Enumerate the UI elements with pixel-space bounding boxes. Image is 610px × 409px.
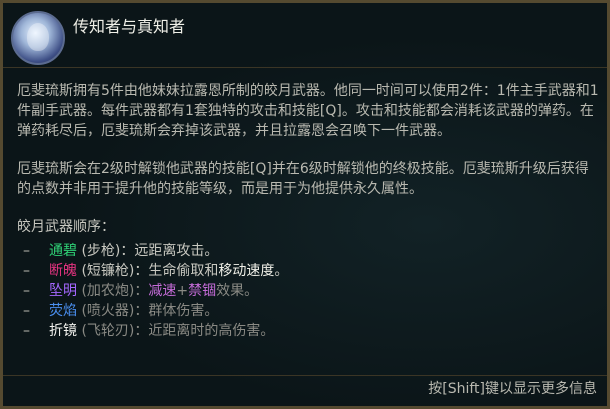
footer-divider xyxy=(3,375,607,376)
weapon-desc: 远距离攻击。 xyxy=(134,243,219,259)
ability-title: 传知者与真知者 xyxy=(73,17,186,36)
ability-tooltip: 传知者与真知者 厄斐琉斯拥有5件由他妹妹拉露恩所制的皎月武器。他同一时间可以使用… xyxy=(0,0,610,409)
weapon-desc-highlight: 移动速度 xyxy=(218,263,275,279)
weapon-name: 通碧 xyxy=(49,243,77,259)
weapon-list-item: – 折镜 (飞轮刃)：近距离时的高伤害。 xyxy=(17,321,601,341)
weapon-desc-highlight: 禁锢 xyxy=(188,283,217,299)
description-paragraph-1: 厄斐琉斯拥有5件由他妹妹拉露恩所制的皎月武器。他同一时间可以使用2件：1件主手武… xyxy=(17,83,599,139)
weapon-name: 折镜 xyxy=(49,323,77,339)
weapon-list-item: – 通碧 (步枪)：远距离攻击。 xyxy=(17,241,601,261)
description-paragraph-2: 厄斐琉斯会在2级时解锁他武器的技能[Q]并在6级时解锁他的终极技能。厄斐琉斯升级… xyxy=(17,161,589,197)
list-bullet: – xyxy=(23,303,30,319)
weapon-kind: (加农炮)： xyxy=(77,283,149,299)
tooltip-body: 厄斐琉斯拥有5件由他妹妹拉露恩所制的皎月武器。他同一时间可以使用2件：1件主手武… xyxy=(17,81,601,341)
list-bullet: – xyxy=(23,243,30,259)
tooltip-header: 传知者与真知者 xyxy=(3,3,607,67)
weapon-desc: 生命偷取和 xyxy=(148,263,219,279)
header-divider xyxy=(3,67,607,68)
list-bullet: – xyxy=(23,263,30,279)
weapon-desc: 效果。 xyxy=(216,283,259,299)
weapon-kind: (短镰枪)： xyxy=(77,263,149,279)
weapon-list-item: – 荧焰 (喷火器)：群体伤害。 xyxy=(17,301,601,321)
weapon-list-item: – 坠明 (加农炮)：减速+禁锢效果。 xyxy=(17,281,601,301)
weapon-desc: 。 xyxy=(274,263,289,279)
weapon-kind: (喷火器)： xyxy=(77,303,149,319)
weapon-name: 坠明 xyxy=(49,283,77,299)
shift-hint: 按[Shift]键以显示更多信息 xyxy=(428,381,597,397)
weapon-desc: + xyxy=(176,283,189,299)
list-bullet: – xyxy=(23,323,30,339)
aphelios-portrait-icon xyxy=(11,11,65,65)
weapon-desc: 近距离时的高伤害。 xyxy=(148,323,275,339)
weapon-kind: (步枪)： xyxy=(77,243,135,259)
weapon-desc: 群体伤害。 xyxy=(148,303,219,319)
weapon-kind: (飞轮刃)： xyxy=(77,323,149,339)
weapon-list-item: – 断魄 (短镰枪)：生命偷取和移动速度。 xyxy=(17,261,601,281)
weapon-name: 断魄 xyxy=(49,263,77,279)
weapon-name: 荧焰 xyxy=(49,303,77,319)
portrait-face xyxy=(27,23,49,51)
weapon-desc-highlight: 减速 xyxy=(148,283,177,299)
weapon-order-heading: 皎月武器顺序： xyxy=(17,219,115,235)
list-bullet: – xyxy=(23,283,30,299)
